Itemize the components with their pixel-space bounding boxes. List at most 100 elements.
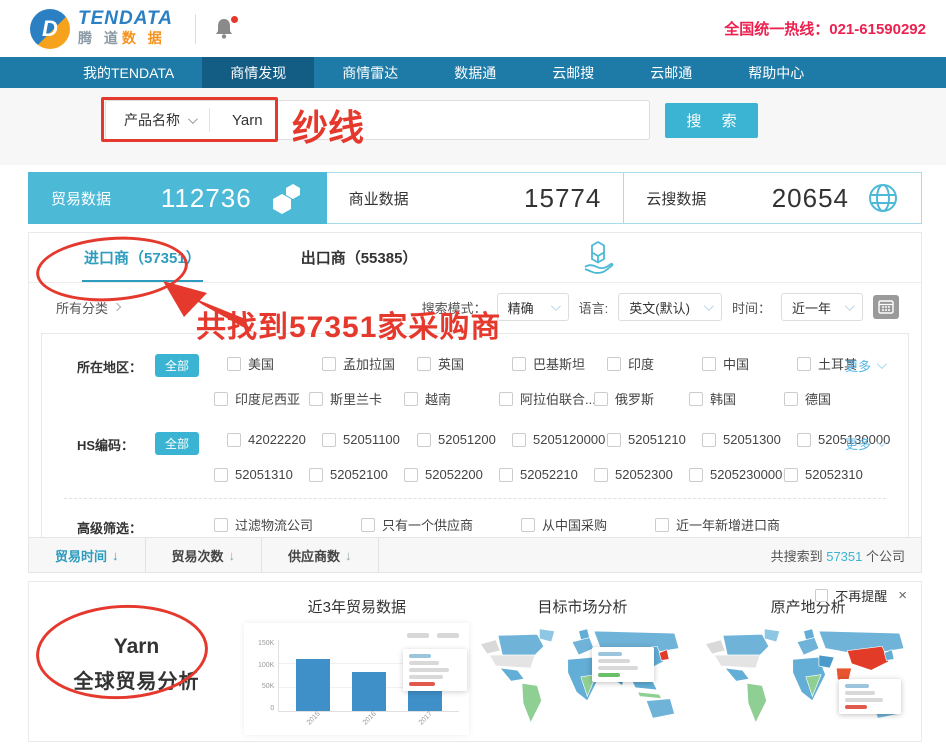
bar-2016[interactable] bbox=[352, 672, 386, 711]
region-checkbox-option[interactable]: 德国 bbox=[784, 389, 879, 408]
checkbox-icon bbox=[417, 357, 431, 371]
hs-code-checkbox-option[interactable]: 52052100 bbox=[309, 467, 404, 482]
advanced-checkbox-option[interactable]: 过滤物流公司 bbox=[214, 515, 313, 534]
search-field-selector[interactable]: 产品名称 bbox=[106, 108, 210, 132]
checkbox-icon bbox=[227, 357, 241, 371]
nav-cloud-mail-pass[interactable]: 云邮通 bbox=[622, 57, 720, 88]
analysis-title: 全球贸易分析 bbox=[74, 665, 200, 694]
trade-3yr-bar-chart[interactable]: 150K 100K 50K 0 2015 2016 2017 bbox=[244, 623, 469, 735]
stat-card-cloud-search-data[interactable]: 云搜数据 20654 bbox=[624, 172, 922, 224]
dismiss-checkbox[interactable] bbox=[815, 589, 828, 602]
nav-help-center[interactable]: 帮助中心 bbox=[720, 57, 832, 88]
checkbox-icon bbox=[309, 468, 323, 482]
region-all-badge[interactable]: 全部 bbox=[155, 354, 199, 377]
tab-exporters[interactable]: 出口商（55385） bbox=[281, 233, 438, 282]
filter-box: 所在地区： 全部 美国 孟加拉国 英国 bbox=[41, 333, 909, 556]
region-checkbox-option[interactable]: 印度尼西亚 bbox=[214, 389, 309, 408]
search-input[interactable]: Yarn bbox=[210, 112, 285, 129]
notification-bell-icon[interactable] bbox=[214, 17, 236, 41]
advanced-checkbox-option[interactable]: 只有一个供应商 bbox=[361, 515, 473, 534]
region-filter-row: 所在地区： 全部 美国 孟加拉国 英国 bbox=[42, 348, 908, 383]
logo-subtitle: 腾 道数 据 bbox=[78, 28, 173, 48]
stat-card-business-data[interactable]: 商业数据 15774 bbox=[327, 172, 625, 224]
region-checkbox-option[interactable]: 韩国 bbox=[689, 389, 784, 408]
checkbox-label: 52052310 bbox=[805, 467, 863, 482]
region-checkbox-option[interactable]: 中国 bbox=[702, 354, 797, 373]
stat-card-trade-data[interactable]: 贸易数据 112736 bbox=[28, 172, 327, 224]
checkbox-label: 5205120000 bbox=[533, 432, 605, 447]
chart-tooltip bbox=[403, 649, 467, 691]
hs-code-checkbox-option[interactable]: 52052310 bbox=[784, 467, 879, 482]
search-mode-label: 搜索模式： bbox=[422, 298, 487, 317]
origin-analysis-map[interactable] bbox=[699, 623, 917, 735]
hs-code-checkbox-option[interactable]: 52051310 bbox=[214, 467, 309, 482]
region-checkbox-option[interactable]: 巴基斯坦 bbox=[512, 354, 607, 373]
hs-code-checkbox-option[interactable]: 52052200 bbox=[404, 467, 499, 482]
checkbox-icon bbox=[512, 433, 526, 447]
trade-3yr-section: 近3年贸易数据 150K 100K 50K 0 2015 2016 2017 bbox=[244, 588, 470, 741]
hs-filter-label: HS编码： bbox=[77, 432, 155, 454]
region-checkbox-option[interactable]: 印度 bbox=[607, 354, 702, 373]
hs-code-checkbox-option[interactable]: 52052300 bbox=[594, 467, 689, 482]
hs-code-checkbox-option[interactable]: 52051300 bbox=[702, 432, 797, 447]
region-checkbox-row-2: 印度尼西亚 斯里兰卡 越南 阿拉伯联合... bbox=[214, 389, 886, 408]
checkbox-icon bbox=[689, 392, 703, 406]
advanced-checkbox-option[interactable]: 从中国采购 bbox=[521, 515, 607, 534]
hs-all-badge[interactable]: 全部 bbox=[155, 432, 199, 455]
time-label: 时间： bbox=[732, 298, 771, 317]
region-checkbox-option[interactable]: 斯里兰卡 bbox=[309, 389, 404, 408]
nav-business-radar[interactable]: 商情雷达 bbox=[314, 57, 426, 88]
checkbox-label: 印度 bbox=[628, 354, 654, 373]
hs-code-checkbox-option[interactable]: 5205230000 bbox=[689, 467, 784, 482]
advanced-checkbox-option[interactable]: 近一年新增进口商 bbox=[655, 515, 780, 534]
checkbox-label: 孟加拉国 bbox=[343, 354, 395, 373]
language-select[interactable]: 英文(默认) bbox=[618, 293, 722, 321]
nav-cloud-mail-search[interactable]: 云邮搜 bbox=[524, 57, 622, 88]
target-market-map[interactable] bbox=[474, 623, 692, 735]
region-checkbox-option[interactable]: 英国 bbox=[417, 354, 512, 373]
regions-more-link[interactable]: 更多 bbox=[845, 356, 884, 375]
region-checkbox-option[interactable]: 俄罗斯 bbox=[594, 389, 689, 408]
sort-trade-count[interactable]: 贸易次数↓ bbox=[146, 538, 263, 572]
search-button[interactable]: 搜 索 bbox=[665, 103, 758, 138]
sort-supplier-count[interactable]: 供应商数↓ bbox=[262, 538, 379, 572]
nav-my-tendata[interactable]: 我的TENDATA bbox=[55, 57, 202, 88]
hs-code-checkbox-option[interactable]: 52051210 bbox=[607, 432, 702, 447]
region-checkbox-option[interactable]: 美国 bbox=[227, 354, 322, 373]
checkbox-icon bbox=[797, 357, 811, 371]
checkbox-label: 阿拉伯联合... bbox=[520, 389, 594, 408]
nav-business-discovery[interactable]: 商情发现 bbox=[202, 57, 314, 88]
search-section: 产品名称 Yarn 搜 索 bbox=[0, 88, 946, 165]
hs-code-checkbox-option[interactable]: 52051100 bbox=[322, 432, 417, 447]
search-bar: 产品名称 Yarn bbox=[105, 100, 650, 140]
checkbox-label: 52052210 bbox=[520, 467, 578, 482]
hs-code-checkbox-option[interactable]: 5205120000 bbox=[512, 432, 607, 447]
checkbox-label: 52052100 bbox=[330, 467, 388, 482]
hs-code-checkbox-option[interactable]: 52051200 bbox=[417, 432, 512, 447]
tab-importers[interactable]: 进口商（57351） bbox=[64, 233, 221, 282]
dashed-divider bbox=[64, 498, 886, 499]
nav-data-pass[interactable]: 数据通 bbox=[426, 57, 524, 88]
hs-code-checkbox-option[interactable]: 52052210 bbox=[499, 467, 594, 482]
chevron-down-icon bbox=[551, 301, 561, 311]
arrow-down-icon: ↓ bbox=[112, 548, 119, 563]
hs-more-link[interactable]: 更多 bbox=[845, 434, 884, 453]
hs-code-checkbox-option[interactable]: 42022220 bbox=[227, 432, 322, 447]
sort-trade-time[interactable]: 贸易时间↓ bbox=[29, 538, 146, 572]
time-select[interactable]: 近一年 bbox=[781, 293, 863, 321]
region-checkbox-option[interactable]: 越南 bbox=[404, 389, 499, 408]
bar-2015[interactable] bbox=[296, 659, 330, 711]
calendar-icon[interactable] bbox=[873, 295, 899, 319]
search-mode-select[interactable]: 精确 bbox=[497, 293, 569, 321]
checkbox-icon bbox=[512, 357, 526, 371]
checkbox-icon bbox=[404, 392, 418, 406]
all-categories-link[interactable]: 所有分类 bbox=[56, 298, 120, 317]
region-checkbox-option[interactable]: 孟加拉国 bbox=[322, 354, 417, 373]
tendata-logo[interactable]: D TENDATA 腾 道数 据 bbox=[30, 9, 173, 49]
checkbox-label: 美国 bbox=[248, 354, 274, 373]
close-icon[interactable]: × bbox=[898, 587, 907, 604]
checkbox-icon bbox=[784, 392, 798, 406]
checkbox-label: 52051300 bbox=[723, 432, 781, 447]
checkbox-label: 52051210 bbox=[628, 432, 686, 447]
region-checkbox-option[interactable]: 阿拉伯联合... bbox=[499, 389, 594, 408]
